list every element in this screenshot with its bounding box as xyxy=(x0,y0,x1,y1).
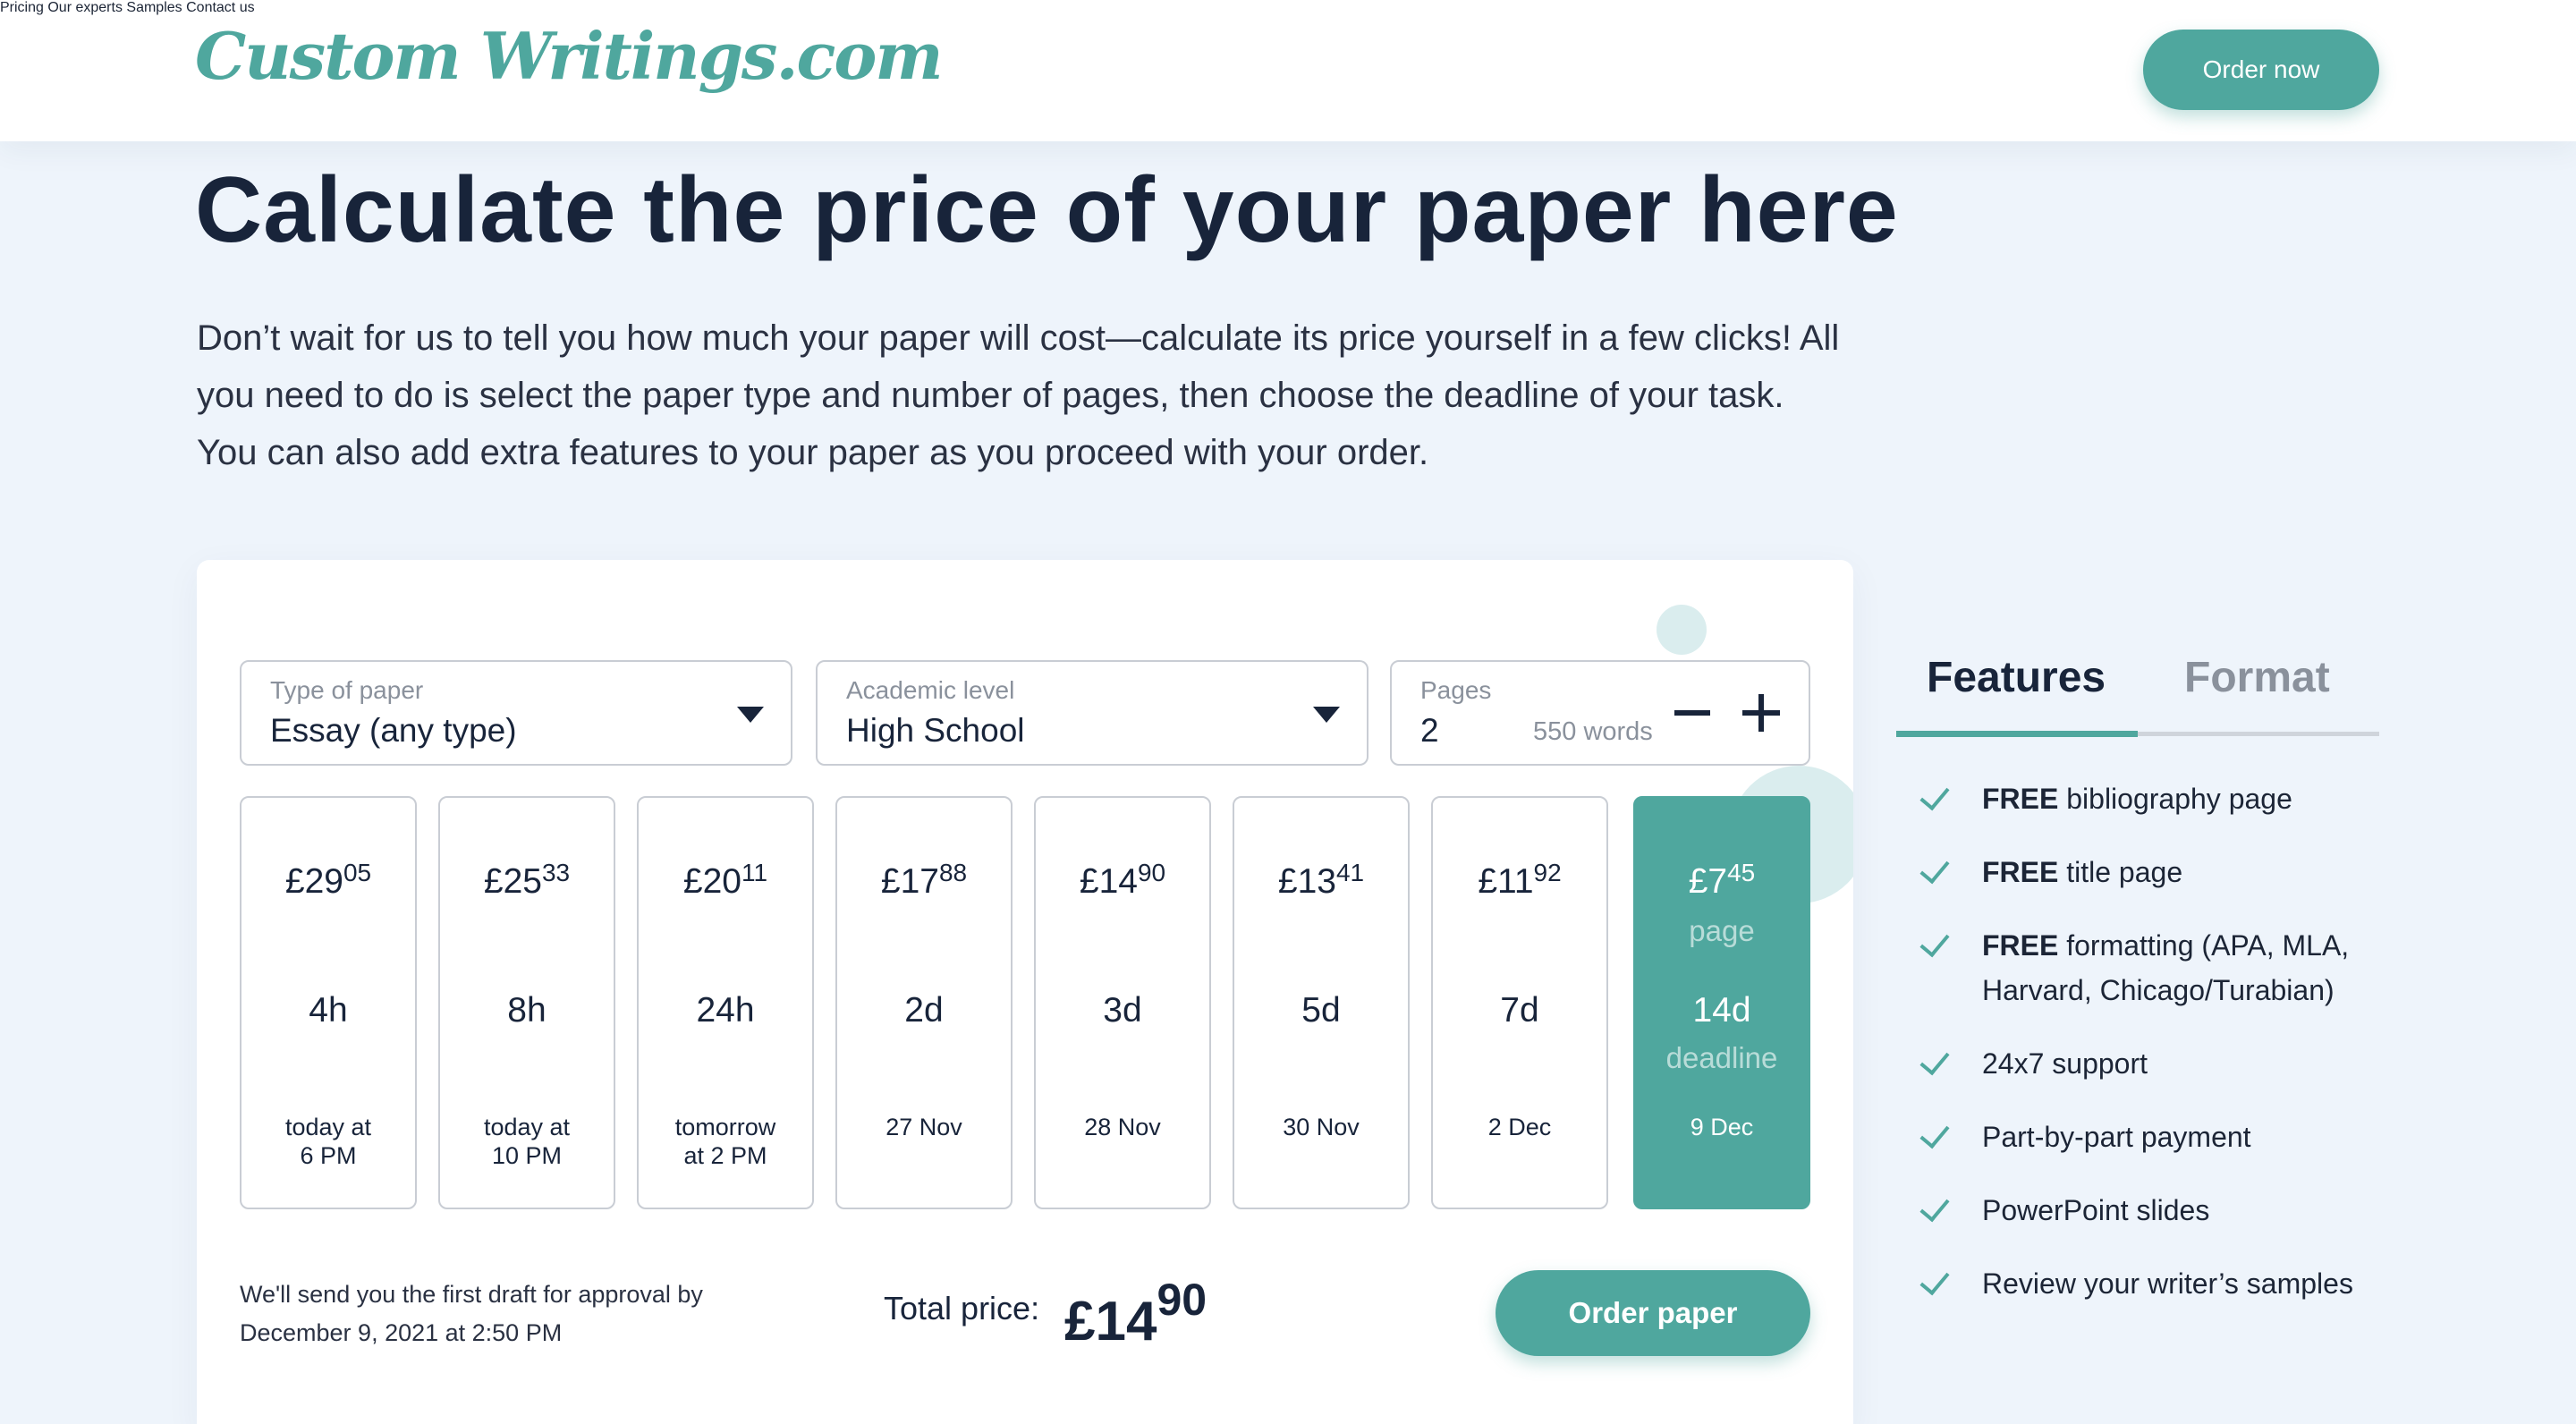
deadline-date: 2 Dec xyxy=(1487,1114,1552,1140)
deadline-price: £1490 xyxy=(1079,859,1166,901)
check-icon xyxy=(1919,779,1950,811)
feature-text: 24x7 support xyxy=(1982,1047,2148,1080)
feature-text: PowerPoint slides xyxy=(1982,1194,2210,1226)
check-icon xyxy=(1919,852,1950,885)
deadline-price: £1341 xyxy=(1277,859,1365,901)
academic-level-value: High School xyxy=(846,712,1025,749)
feature-bold: FREE xyxy=(1982,929,2059,962)
per-page-label: page xyxy=(1689,914,1755,947)
pages-value[interactable]: 2 xyxy=(1420,712,1439,750)
deadline-price: £745 xyxy=(1688,859,1756,901)
site-logo[interactable]: Custom Writings.com xyxy=(195,18,944,94)
deadline-date: today at 6 PM xyxy=(284,1114,372,1169)
deadline-date: 27 Nov xyxy=(886,1114,962,1140)
deadline-option[interactable]: £2533 8h today at 10 PM xyxy=(438,796,615,1209)
deadline-price: £2533 xyxy=(483,859,571,901)
academic-level-select[interactable]: Academic level High School xyxy=(816,660,1368,766)
check-icon xyxy=(1919,1264,1950,1296)
deadline-date: tomorrow at 2 PM xyxy=(674,1114,776,1169)
deadline-time: 4h xyxy=(309,991,348,1030)
deadline-time: 7d xyxy=(1500,991,1539,1030)
paper-type-label: Type of paper xyxy=(270,676,424,704)
feature-text: Review your writer’s samples xyxy=(1982,1267,2353,1300)
decorative-bubble xyxy=(1657,605,1707,655)
deadline-option-selected[interactable]: £745 page 14d deadline 9 Dec xyxy=(1633,796,1810,1209)
draft-note: We'll send you the first draft for appro… xyxy=(240,1281,703,1346)
deadline-date: 30 Nov xyxy=(1283,1114,1360,1140)
tab-format[interactable]: Format xyxy=(2184,653,2330,702)
deadline-price: £1788 xyxy=(880,859,968,901)
site-header: Custom Writings.com Pricing Our experts … xyxy=(0,0,2576,141)
minus-icon[interactable] xyxy=(1674,710,1710,716)
feature-bold: FREE xyxy=(1982,783,2059,815)
deadline-option[interactable]: £2905 4h today at 6 PM xyxy=(240,796,417,1209)
deadline-date: 28 Nov xyxy=(1084,1114,1161,1140)
deadline-label: deadline xyxy=(1665,1041,1778,1074)
tab-features[interactable]: Features xyxy=(1927,653,2106,702)
chevron-down-icon[interactable] xyxy=(1313,707,1340,723)
deadline-option[interactable]: £1192 7d 2 Dec xyxy=(1431,796,1608,1209)
check-icon xyxy=(1919,1117,1950,1149)
check-icon xyxy=(1919,1191,1950,1223)
check-icon xyxy=(1919,926,1950,958)
feature-bold: FREE xyxy=(1982,856,2059,888)
deadline-option[interactable]: £1341 5d 30 Nov xyxy=(1233,796,1410,1209)
order-paper-button[interactable]: Order paper xyxy=(1496,1270,1810,1356)
nav-pricing[interactable]: Pricing xyxy=(0,0,44,15)
page-description: Don’t wait for us to tell you how much y… xyxy=(197,318,1840,472)
deadline-time: 8h xyxy=(507,991,547,1030)
paper-type-select[interactable]: Type of paper Essay (any type) xyxy=(240,660,792,766)
total-price-label: Total price: xyxy=(884,1290,1040,1327)
deadline-time: 24h xyxy=(696,991,755,1030)
deadline-time: 14d xyxy=(1692,991,1751,1030)
deadline-date: 9 Dec xyxy=(1690,1114,1754,1140)
deadline-time: 5d xyxy=(1301,991,1341,1030)
check-icon xyxy=(1919,1044,1950,1076)
total-price-value: £1490 xyxy=(1064,1275,1208,1352)
tab-active-indicator xyxy=(1896,731,2138,737)
deadline-time: 2d xyxy=(904,991,944,1030)
deadline-date: today at 10 PM xyxy=(483,1114,571,1169)
deadline-time: 3d xyxy=(1103,991,1142,1030)
pages-label: Pages xyxy=(1420,676,1492,704)
deadline-price: £1192 xyxy=(1478,859,1562,901)
plus-icon[interactable] xyxy=(1742,694,1780,732)
deadline-price: £2905 xyxy=(284,859,372,901)
nav-contact-us[interactable]: Contact us xyxy=(186,0,254,15)
feature-text: bibliography page xyxy=(2058,783,2292,815)
deadline-option[interactable]: £1788 2d 27 Nov xyxy=(835,796,1013,1209)
academic-level-label: Academic level xyxy=(846,676,1015,704)
paper-type-value: Essay (any type) xyxy=(270,712,517,749)
side-panel-tabs: Features Format xyxy=(1896,653,2379,739)
feature-text: Part-by-part payment xyxy=(1982,1121,2251,1153)
feature-text: title page xyxy=(2058,856,2183,888)
main-nav: Pricing Our experts Samples Contact us xyxy=(0,0,2576,16)
nav-samples[interactable]: Samples xyxy=(126,0,182,15)
chevron-down-icon[interactable] xyxy=(737,707,764,723)
page-title: Calculate the price of your paper here xyxy=(195,158,1899,262)
order-now-button[interactable]: Order now xyxy=(2143,30,2379,110)
price-calculator: Type of paper Essay (any type) Academic … xyxy=(197,560,1853,1424)
pages-stepper[interactable]: Pages 2 550 words xyxy=(1390,660,1810,766)
nav-our-experts[interactable]: Our experts xyxy=(47,0,123,15)
word-count: 550 words xyxy=(1533,717,1653,746)
deadline-option[interactable]: £1490 3d 28 Nov xyxy=(1034,796,1211,1209)
deadline-price: £2011 xyxy=(682,859,768,901)
deadline-option[interactable]: £2011 24h tomorrow at 2 PM xyxy=(637,796,814,1209)
